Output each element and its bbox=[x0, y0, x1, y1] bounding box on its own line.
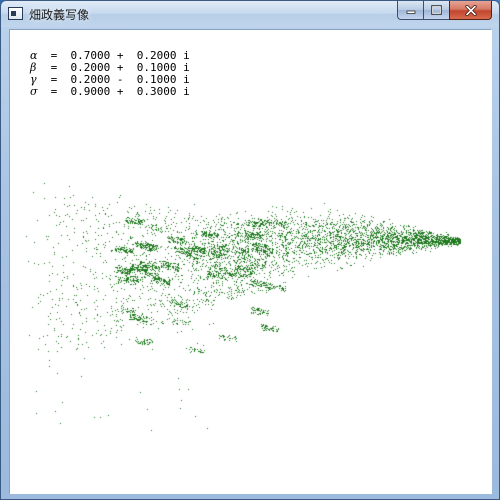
parameter-list: α = 0.7000 + 0.2000 i β = 0.2000 + 0.100… bbox=[30, 50, 190, 98]
hata-map-fractal-plot bbox=[10, 30, 492, 494]
maximize-icon bbox=[431, 5, 442, 15]
window-title: 畑政義写像 bbox=[29, 8, 90, 22]
app-window-icon[interactable] bbox=[8, 7, 23, 20]
title-bar[interactable]: 畑政義写像 bbox=[1, 1, 499, 27]
param-sigma-symbol: σ bbox=[30, 85, 38, 98]
caption-buttons bbox=[397, 1, 492, 20]
param-sigma-row: σ = 0.9000 + 0.3000 i bbox=[30, 86, 190, 98]
minimize-button[interactable] bbox=[397, 1, 423, 20]
app-window: 畑政義写像 α = 0.7000 + 0.2000 i β = 0.2000 +… bbox=[0, 0, 500, 500]
drawing-canvas-area: α = 0.7000 + 0.2000 i β = 0.2000 + 0.100… bbox=[9, 29, 492, 494]
desktop-background: 畑政義写像 α = 0.7000 + 0.2000 i β = 0.2000 +… bbox=[0, 0, 500, 500]
close-button[interactable] bbox=[449, 1, 492, 20]
close-icon bbox=[464, 4, 477, 16]
param-sigma-value: = 0.9000 + 0.3000 i bbox=[44, 85, 190, 98]
maximize-button[interactable] bbox=[423, 1, 449, 20]
minimize-icon bbox=[406, 10, 415, 14]
